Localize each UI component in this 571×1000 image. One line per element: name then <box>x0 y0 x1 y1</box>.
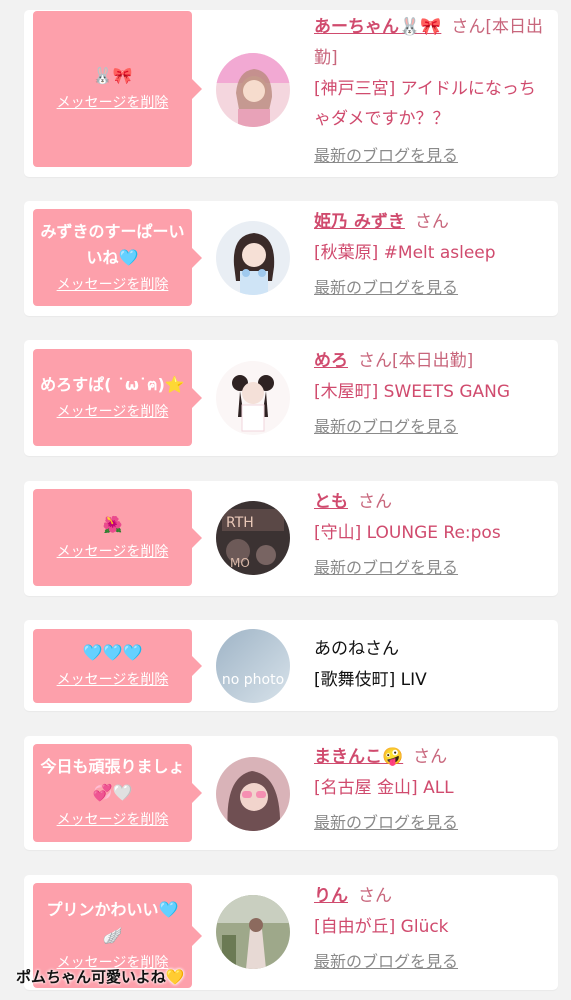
cast-name: あのね <box>314 639 365 659</box>
message-text: 🐰🎀 <box>92 66 133 85</box>
message-card: みずきのすーぱーいいね🩵 メッセージを削除 姫乃 みずき さん [秋葉原] #Me… <box>24 201 558 316</box>
message-text: めろすぱ( ˙ω˙ฅ)⭐️ <box>40 374 185 394</box>
message-card: 🩵🩵🩵 メッセージを削除 no photo あのねさん [歌舞伎町] LIV <box>24 620 558 711</box>
cast-name-link[interactable]: りん <box>314 886 348 906</box>
avatar[interactable] <box>216 757 290 831</box>
cast-info: めろ さん[本日出勤] [木屋町] SWEETS GANG 最新のブログを見る <box>314 346 550 439</box>
delete-message-link[interactable]: メッセージを削除 <box>57 668 169 692</box>
cast-name-link[interactable]: 姫乃 みずき <box>314 212 405 232</box>
cast-name-link[interactable]: とも <box>314 492 348 512</box>
delete-message-link[interactable]: メッセージを削除 <box>57 91 169 115</box>
cast-info: りん さん [自由が丘] Glück 最新のブログを見る <box>314 881 550 974</box>
no-photo-label: no photo <box>221 672 285 688</box>
message-card: 今日も頑張りましょ💞🤍 メッセージを削除 まきんこ🤪 さん [名古屋 金山] AL… <box>24 736 558 850</box>
honorific: さん <box>413 747 448 767</box>
message-bubble: 🩵🩵🩵 メッセージを削除 <box>33 629 202 703</box>
shop-text: [守山] LOUNGE Re:pos <box>314 523 501 543</box>
cast-info: あのねさん [歌舞伎町] LIV <box>314 634 550 695</box>
cast-name-link[interactable]: めろ <box>314 351 348 371</box>
message-bubble: 今日も頑張りましょ💞🤍 メッセージを削除 <box>33 744 202 842</box>
honorific: さん <box>358 492 392 512</box>
avatar[interactable]: RTH MO <box>216 501 290 575</box>
honorific: さん <box>365 639 399 659</box>
honorific: さん <box>358 351 392 371</box>
honorific: さん <box>358 886 392 906</box>
name-line: とも さん <box>314 487 550 518</box>
latest-blog-link[interactable]: 最新のブログを見る <box>314 415 550 439</box>
shop-text: [木屋町] SWEETS GANG <box>314 382 511 402</box>
shop-text: [神戸三宮] アイドルになっちゃダメですか？？ <box>314 79 536 129</box>
name-line: まきんこ🤪 さん <box>314 742 550 773</box>
cast-info: まきんこ🤪 さん [名古屋 金山] ALL 最新のブログを見る <box>314 742 550 835</box>
name-line: りん さん <box>314 881 550 912</box>
message-bubble: みずきのすーぱーいいね🩵 メッセージを削除 <box>33 209 202 306</box>
message-text: 今日も頑張りましょ💞🤍 <box>40 757 185 802</box>
latest-blog-link[interactable]: 最新のブログを見る <box>314 556 550 580</box>
honorific: さん <box>414 212 449 232</box>
shop-text: [秋葉原] #Melt asleep <box>314 243 496 263</box>
message-text: 🌺 <box>102 514 123 534</box>
message-text: プリンかわいい🩵🪽 <box>46 899 179 945</box>
cast-name-link[interactable]: あーちゃん🐰🎀 <box>314 17 441 37</box>
message-card: めろすぱ( ˙ω˙ฅ)⭐️ メッセージを削除 めろ さん[本日出勤] [木屋町] … <box>24 340 558 456</box>
avatar[interactable] <box>216 221 290 295</box>
shop-text: [名古屋 金山] ALL <box>314 778 454 798</box>
message-card: 🐰🎀 メッセージを削除 あーちゃん🐰🎀 さん[本日出勤] [神戸三宮] アイドルに… <box>24 10 558 177</box>
delete-message-link[interactable]: メッセージを削除 <box>57 273 169 297</box>
status-text: [本日出勤] <box>392 351 474 371</box>
svg-text:MO: MO <box>230 556 250 570</box>
delete-message-link[interactable]: メッセージを削除 <box>57 808 169 832</box>
message-text: みずきのすーぱーいいね🩵 <box>40 221 185 267</box>
avatar[interactable] <box>216 895 290 969</box>
cast-info: 姫乃 みずき さん [秋葉原] #Melt asleep 最新のブログを見る <box>314 207 550 300</box>
avatar[interactable] <box>216 361 290 435</box>
honorific: さん <box>451 17 486 37</box>
overlay-caption: ポムちゃん可愛いよね💛 <box>16 968 185 986</box>
latest-blog-link[interactable]: 最新のブログを見る <box>314 811 550 835</box>
latest-blog-link[interactable]: 最新のブログを見る <box>314 950 550 974</box>
name-line: めろ さん[本日出勤] <box>314 346 550 377</box>
cast-info: あーちゃん🐰🎀 さん[本日出勤] [神戸三宮] アイドルになっちゃダメですか？？ … <box>314 12 550 168</box>
avatar-no-photo: no photo <box>216 629 290 703</box>
latest-blog-link[interactable]: 最新のブログを見る <box>314 144 550 168</box>
shop-text: [自由が丘] Glück <box>314 917 449 937</box>
message-card: 🌺 メッセージを削除 RTH MO とも さん [守山] LOUNGE Re:pos… <box>24 481 558 596</box>
latest-blog-link[interactable]: 最新のブログを見る <box>314 276 550 300</box>
svg-text:RTH: RTH <box>226 515 254 531</box>
cast-name-link[interactable]: まきんこ🤪 <box>314 747 403 767</box>
delete-message-link[interactable]: メッセージを削除 <box>57 400 169 424</box>
name-line: あのねさん <box>314 634 550 665</box>
avatar[interactable] <box>216 53 290 127</box>
message-bubble: めろすぱ( ˙ω˙ฅ)⭐️ メッセージを削除 <box>33 349 202 446</box>
message-bubble: 🐰🎀 メッセージを削除 <box>33 11 202 167</box>
name-line: あーちゃん🐰🎀 さん[本日出勤] <box>314 12 550 74</box>
name-line: 姫乃 みずき さん <box>314 207 550 238</box>
cast-info: とも さん [守山] LOUNGE Re:pos 最新のブログを見る <box>314 487 550 580</box>
shop-text: [歌舞伎町] LIV <box>314 670 427 690</box>
message-text: 🩵🩵🩵 <box>82 643 143 662</box>
message-bubble: 🌺 メッセージを削除 <box>33 489 202 586</box>
delete-message-link[interactable]: メッセージを削除 <box>57 540 169 564</box>
